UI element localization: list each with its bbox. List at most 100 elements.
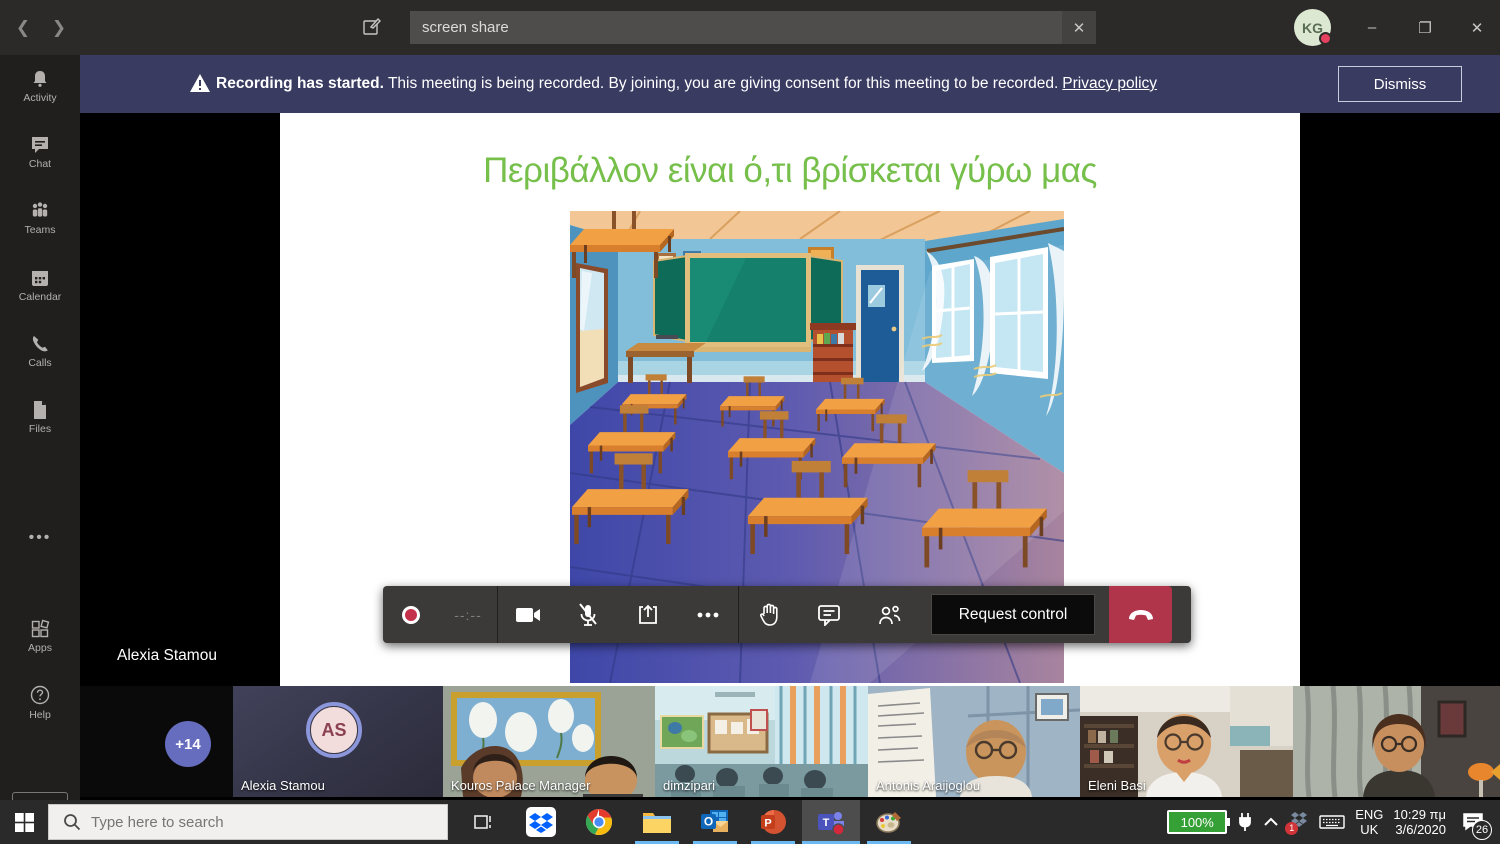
meeting-control-bar: --:-- [383,586,1191,643]
sidebar-item-activity[interactable]: Activity [0,57,80,115]
avatar-initials: AS [310,706,358,754]
action-center-icon[interactable]: 26 [1456,800,1490,844]
close-button[interactable]: ✕ [1454,0,1500,55]
participant-tile-unnamed[interactable] [1293,686,1500,797]
sidebar-item-help[interactable]: Help [0,673,80,731]
dropbox-icon[interactable] [512,800,570,844]
slide-title: Περιβάλλον είναι ό,τι βρίσκεται γύρω μας [280,151,1300,191]
sidebar-item-chat[interactable]: Chat [0,123,80,181]
video-feed [1293,686,1500,797]
camera-button[interactable] [498,586,558,643]
help-icon [29,684,51,706]
title-bar: ❮ ❯ ✕ KG – ❐ ✕ [0,0,1500,55]
bell-icon [30,69,50,89]
participant-tile-kouros[interactable]: Kouros Palace Manager [443,686,655,797]
participant-tile-eleni[interactable]: Eleni Basi [1080,686,1293,797]
active-speaker-label: Alexia Stamou [117,647,217,665]
recording-indicator [383,606,439,624]
sidebar-item-label: Help [29,709,51,721]
calendar-icon [30,268,50,288]
chat-button[interactable] [799,586,859,643]
dropbox-badge: 1 [1285,822,1298,835]
sidebar-item-files[interactable]: Files [0,388,80,446]
participant-name: dimzipari [663,778,715,793]
banner-text: Recording has started.This meeting is be… [216,55,1157,113]
mic-muted-button[interactable] [558,586,618,643]
paint-icon[interactable] [860,800,918,844]
teams-icon [29,201,51,221]
clock[interactable]: 10:29 πμ3/6/2020 [1393,807,1446,837]
overflow-count: +14 [165,721,211,767]
banner-body: This meeting is being recorded. By joini… [388,75,1058,93]
participant-name: Eleni Basi [1088,778,1146,793]
svg-text:P: P [764,818,771,830]
participant-name: Antonis Araijoglou [876,778,980,793]
recording-banner: Recording has started.This meeting is be… [0,55,1500,113]
request-control-button[interactable]: Request control [931,594,1095,635]
sidebar-item-calendar[interactable]: Calendar [0,256,80,314]
search-icon [63,813,81,831]
minimize-button[interactable]: – [1349,0,1395,55]
taskbar-search-input[interactable] [91,814,421,831]
compose-icon[interactable] [362,17,382,42]
privacy-policy-link[interactable]: Privacy policy [1062,75,1157,93]
participant-tile-alexia[interactable]: AS Alexia Stamou [233,686,443,797]
more-apps-icon[interactable]: ••• [0,523,80,553]
chrome-icon[interactable] [570,800,628,844]
sidebar-item-label: Files [29,423,51,435]
teams-window: ❮ ❯ ✕ KG – ❐ ✕ Recording has started.Thi… [0,0,1500,844]
more-options-button[interactable] [678,586,738,643]
overflow-tile[interactable]: +14 [80,686,233,797]
participant-name: Alexia Stamou [241,778,325,793]
sidebar-item-label: Teams [25,224,56,236]
participants-button[interactable] [859,586,919,643]
banner-bold: Recording has started. [216,75,384,93]
forward-icon[interactable]: ❯ [48,17,70,39]
phone-icon [30,334,50,354]
system-tray: 100% 1 ENGUK 10 [1167,800,1500,844]
raise-hand-button[interactable] [739,586,799,643]
sidebar-item-teams[interactable]: Teams [0,189,80,247]
plug-icon[interactable] [1237,812,1253,832]
sidebar-item-apps[interactable]: Apps [0,607,80,665]
restore-button[interactable]: ❐ [1402,0,1448,55]
app-rail: Activity Chat Teams Calendar [0,55,80,800]
file-icon [31,400,49,420]
hang-up-button[interactable] [1109,586,1172,643]
teams-taskbar-icon[interactable]: T [802,800,860,844]
back-icon[interactable]: ❮ [12,17,34,39]
file-explorer-icon[interactable] [628,800,686,844]
outlook-icon[interactable]: O [686,800,744,844]
task-view-button[interactable] [454,800,512,844]
avatar-ring: AS [306,702,362,758]
participant-name: Kouros Palace Manager [451,778,590,793]
powerpoint-icon[interactable]: P [744,800,802,844]
dismiss-button[interactable]: Dismiss [1338,66,1462,102]
battery-indicator[interactable]: 100% [1167,810,1227,834]
dropbox-tray-icon[interactable]: 1 [1289,810,1309,835]
clear-search-icon[interactable]: ✕ [1062,11,1096,44]
sidebar-item-label: Chat [29,158,51,170]
windows-taskbar: O P T [0,800,1500,844]
keyboard-icon[interactable] [1319,813,1345,831]
notification-count: 26 [1472,820,1492,840]
svg-text:T: T [823,817,830,829]
share-screen-button[interactable] [618,586,678,643]
meeting-timer: --:-- [439,607,497,623]
apps-icon [30,619,50,639]
start-button[interactable] [0,800,48,844]
sidebar-item-calls[interactable]: Calls [0,322,80,380]
participant-tile-antonis[interactable]: Antonis Araijoglou [868,686,1080,797]
language-indicator[interactable]: ENGUK [1355,807,1383,837]
search-input[interactable] [410,11,1062,44]
sidebar-item-label: Apps [28,642,52,654]
participant-tile-dimzipari[interactable]: dimzipari [655,686,868,797]
warning-icon [190,74,210,97]
taskbar-search[interactable] [48,804,448,840]
chevron-up-icon[interactable] [1263,817,1279,827]
sidebar-item-label: Calls [28,357,51,369]
svg-text:O: O [704,815,713,829]
chat-icon [30,135,50,155]
sidebar-item-label: Activity [23,92,56,104]
sidebar-item-label: Calendar [19,291,62,303]
